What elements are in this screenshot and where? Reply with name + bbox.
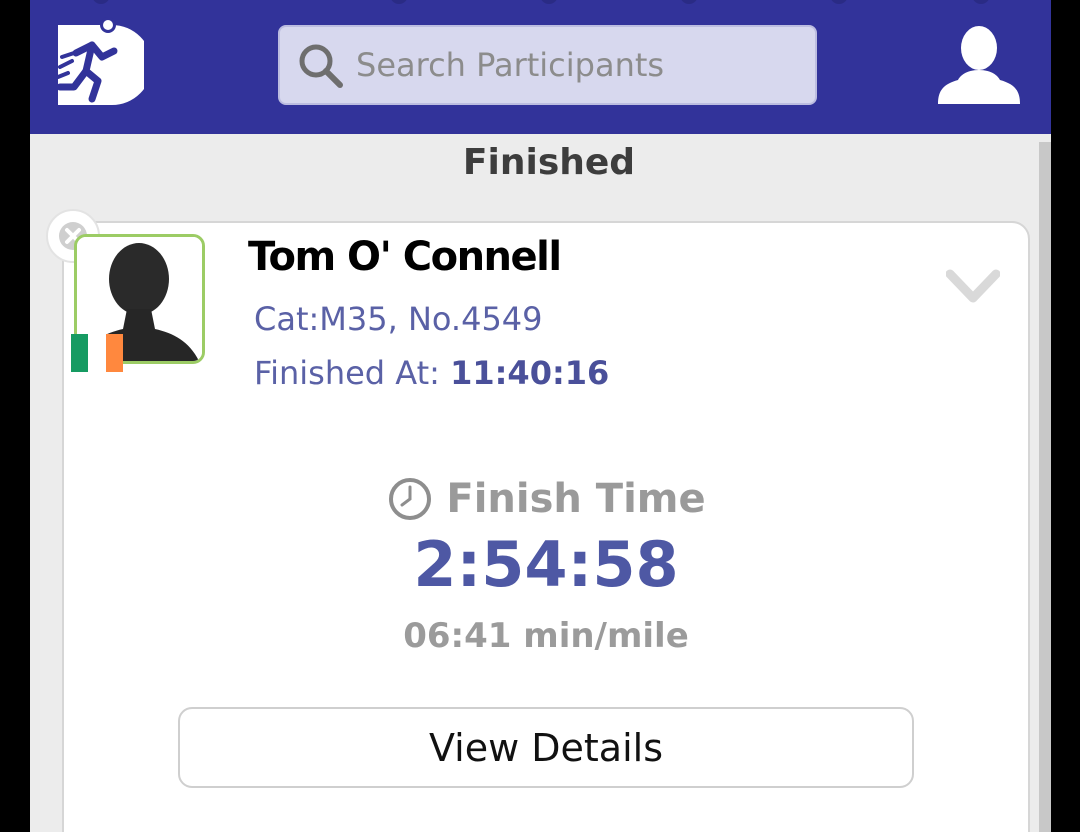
search-bar[interactable] [278,25,817,105]
finished-at-label: Finished At: [254,354,440,392]
pace-value: 06:41 min/mile [403,616,689,656]
finished-at: Finished At: 11:40:16 [254,354,609,392]
status-bar-remnant [30,0,1051,6]
participant-category: Cat:M35, No.4549 [254,300,543,338]
section-title: Finished [462,142,636,183]
search-input[interactable] [356,27,815,103]
app-screen: Finished Tom O' Connell Cat:M35, No.4549… [30,0,1051,832]
running-man-logo-icon[interactable] [52,17,152,109]
finish-time-value: 2:54:58 [413,528,679,601]
participant-name: Tom O' Connell [248,234,562,280]
app-header [30,0,1051,134]
user-silhouette-icon[interactable] [936,24,1022,106]
clock-icon [388,477,432,521]
view-details-button[interactable]: View Details [178,707,914,788]
finish-time-heading: Finish Time [30,476,1051,522]
chevron-down-icon[interactable] [945,268,1001,308]
finish-time-label: Finish Time [446,476,706,522]
search-icon [294,39,346,91]
finished-at-value: 11:40:16 [450,354,610,392]
ireland-flag-icon [71,334,123,372]
